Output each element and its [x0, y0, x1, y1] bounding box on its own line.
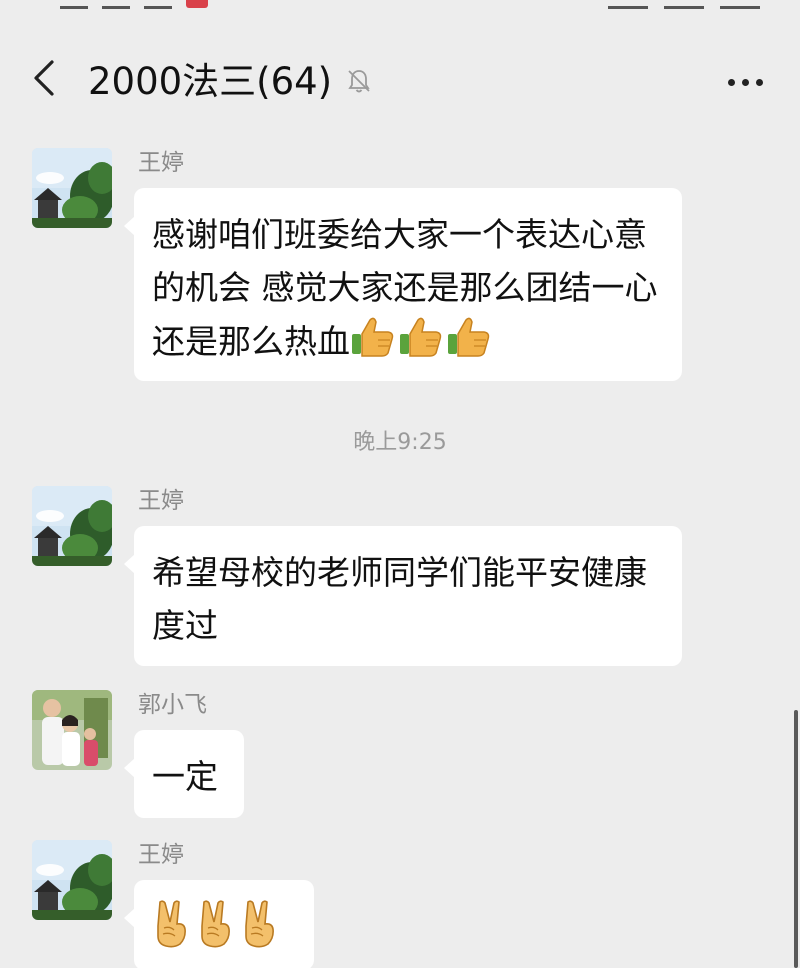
sender-name: 王婷 [138, 150, 184, 176]
more-dot [756, 78, 763, 86]
alarm-icon [608, 0, 648, 9]
message-text: 一定 [152, 757, 218, 796]
chevron-left-icon [34, 60, 54, 96]
wifi-icon [144, 0, 172, 9]
more-dot [728, 78, 735, 86]
victory-hand-icon [150, 898, 194, 963]
signal-icon [60, 0, 88, 9]
message-bubble[interactable]: 感谢咱们班委给大家一个表达心意的机会 感觉大家还是那么团结一心 还是那么热血 [124, 188, 682, 381]
avatar-family-icon [32, 690, 112, 770]
victory-hand-icon [194, 898, 238, 963]
message-bubble[interactable]: 一定 [124, 730, 244, 818]
status-bar-right [608, 0, 760, 12]
avatar[interactable] [32, 690, 112, 770]
avatar[interactable] [32, 840, 112, 920]
more-dot [742, 78, 749, 86]
message-text: 希望母校的老师同学们能平安健康度过 [152, 553, 647, 645]
chat-screen: 2000法三(64) 王婷 感谢咱们班委给大家一个表达心意的机会 感觉大家还是那… [0, 0, 800, 968]
chat-title: 2000法三(64) [88, 60, 333, 103]
sender-name: 王婷 [138, 488, 184, 514]
sender-name: 王婷 [138, 842, 184, 868]
sender-name: 郭小飞 [138, 692, 207, 718]
message-list[interactable]: 王婷 感谢咱们班委给大家一个表达心意的机会 感觉大家还是那么团结一心 还是那么热… [0, 128, 800, 968]
back-button[interactable] [28, 56, 64, 100]
scrollbar[interactable] [794, 710, 798, 968]
avatar-landscape-icon [32, 840, 112, 920]
clock-icon [720, 0, 760, 9]
message-bubble[interactable] [124, 880, 314, 968]
signal-icon-2 [102, 0, 130, 9]
message-bubble[interactable]: 希望母校的老师同学们能平安健康度过 [124, 526, 682, 666]
avatar[interactable] [32, 148, 112, 228]
notification-icon [186, 0, 208, 8]
status-bar-left [60, 0, 208, 12]
chat-header: 2000法三(64) [0, 12, 800, 128]
thumbs-up-icon [398, 314, 446, 373]
battery-icon [664, 0, 704, 9]
victory-hand-icon [238, 898, 282, 963]
status-bar [0, 0, 800, 12]
avatar-landscape-icon [32, 486, 112, 566]
message-timestamp: 晚上9:25 [353, 430, 447, 455]
avatar[interactable] [32, 486, 112, 566]
bell-muted-icon [346, 68, 372, 94]
avatar-landscape-icon [32, 148, 112, 228]
thumbs-up-icon [446, 314, 494, 373]
more-options-button[interactable] [728, 72, 772, 92]
thumbs-up-icon [350, 314, 398, 373]
